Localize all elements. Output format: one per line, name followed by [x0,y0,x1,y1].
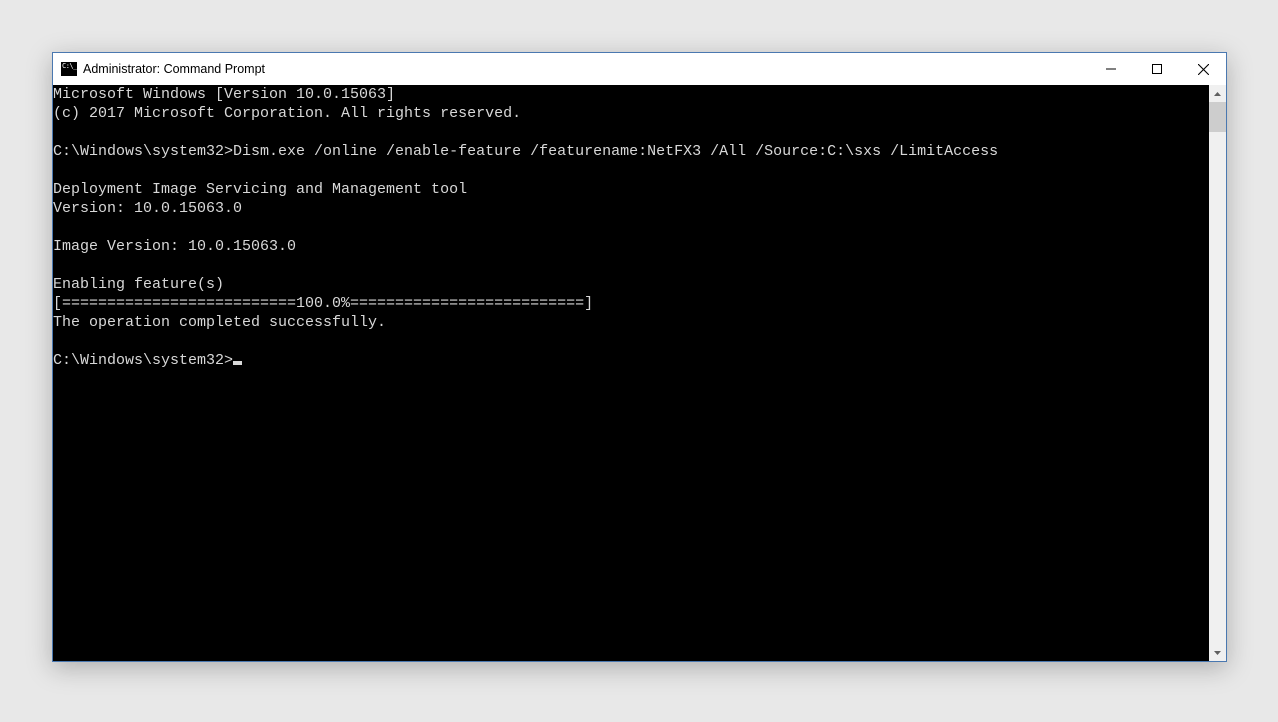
maximize-icon [1152,64,1162,74]
close-icon [1198,64,1209,75]
terminal-line [53,123,1209,142]
chevron-up-icon [1214,92,1221,96]
terminal-line: (c) 2017 Microsoft Corporation. All righ… [53,104,1209,123]
terminal-line: Microsoft Windows [Version 10.0.15063] [53,85,1209,104]
client-area: Microsoft Windows [Version 10.0.15063](c… [53,85,1226,661]
close-button[interactable] [1180,53,1226,85]
terminal-line [53,218,1209,237]
terminal-line: Image Version: 10.0.15063.0 [53,237,1209,256]
window-controls [1088,53,1226,85]
terminal-line [53,256,1209,275]
terminal-line: The operation completed successfully. [53,313,1209,332]
window-title: Administrator: Command Prompt [83,62,1088,76]
terminal-line: [==========================100.0%=======… [53,294,1209,313]
cmd-icon [61,62,77,76]
terminal-line: Enabling feature(s) [53,275,1209,294]
terminal-output[interactable]: Microsoft Windows [Version 10.0.15063](c… [53,85,1209,661]
maximize-button[interactable] [1134,53,1180,85]
minimize-button[interactable] [1088,53,1134,85]
scroll-down-button[interactable] [1209,644,1226,661]
titlebar[interactable]: Administrator: Command Prompt [53,53,1226,85]
scroll-up-button[interactable] [1209,85,1226,102]
terminal-line [53,161,1209,180]
terminal-line: Deployment Image Servicing and Managemen… [53,180,1209,199]
terminal-line: C:\Windows\system32>Dism.exe /online /en… [53,142,1209,161]
terminal-line: Version: 10.0.15063.0 [53,199,1209,218]
terminal-line: C:\Windows\system32> [53,351,1209,370]
terminal-cursor [233,361,242,365]
chevron-down-icon [1214,651,1221,655]
scroll-track[interactable] [1209,102,1226,644]
vertical-scrollbar[interactable] [1209,85,1226,661]
terminal-line [53,332,1209,351]
command-prompt-window: Administrator: Command Prompt Microsoft … [52,52,1227,662]
scroll-thumb[interactable] [1209,102,1226,132]
minimize-icon [1106,64,1116,74]
